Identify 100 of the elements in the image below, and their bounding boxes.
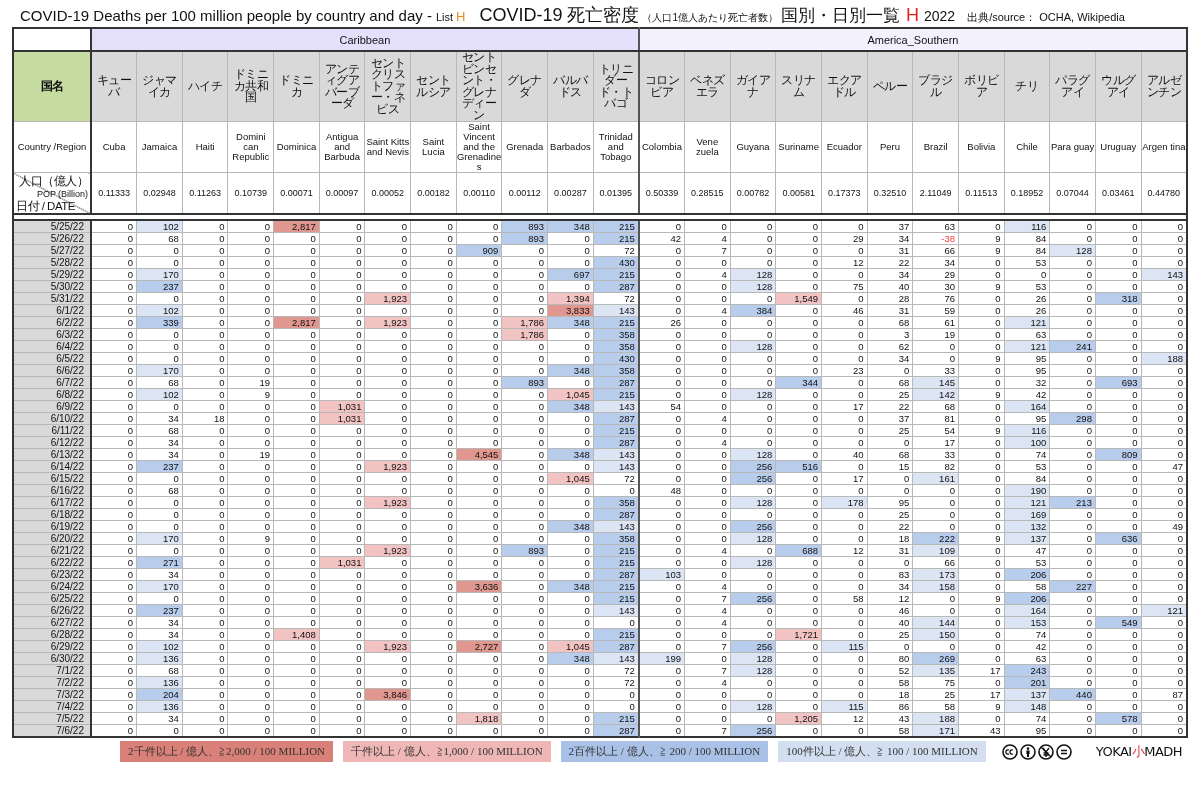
- table-cell: 34: [136, 616, 183, 629]
- table-cell: 25: [867, 424, 913, 437]
- table-cell: 0: [1049, 556, 1096, 569]
- table-cell: 0: [91, 472, 137, 485]
- table-cell: 0: [684, 520, 731, 533]
- table-cell: 0: [410, 580, 457, 593]
- table-cell: 0: [364, 604, 411, 617]
- table-cell: 0: [821, 388, 868, 401]
- table-cell: 0: [1095, 604, 1142, 617]
- table-cell: 0: [547, 496, 594, 509]
- table-cell: 0: [227, 340, 274, 353]
- table-cell: 0: [730, 568, 776, 581]
- table-cell: 31: [867, 244, 913, 257]
- table-cell: 0: [456, 268, 502, 281]
- table-cell: 68: [136, 424, 183, 437]
- table-cell: 0: [1049, 268, 1096, 281]
- table-cell: 0: [319, 304, 365, 317]
- table-cell: 0: [91, 460, 137, 473]
- table-cell: 0: [684, 400, 731, 413]
- table-cell: 0: [775, 388, 822, 401]
- table-cell: 0: [1049, 460, 1096, 473]
- table-cell: 0: [410, 664, 457, 677]
- table-cell: 23: [821, 364, 868, 377]
- equals-icon: [1055, 743, 1072, 760]
- table-cell: 4: [684, 676, 731, 689]
- table-cell: 0: [684, 448, 731, 461]
- table-cell: 9: [958, 388, 1005, 401]
- column-header: Saint Kitts and Nevis: [364, 121, 411, 173]
- table-cell: 82: [912, 460, 959, 473]
- table-cell: 0: [91, 304, 137, 317]
- table-cell: 0: [501, 568, 548, 581]
- table-cell: 68: [867, 316, 913, 329]
- table-cell: 0: [273, 388, 320, 401]
- table-cell: 0: [456, 532, 502, 545]
- row-label: 国名: [13, 51, 91, 122]
- population-cell: 0.00097: [319, 172, 365, 214]
- table-cell: 0: [638, 712, 685, 725]
- table-cell: 0: [273, 436, 320, 449]
- table-cell: 0: [456, 352, 502, 365]
- table-cell: 0: [182, 604, 228, 617]
- table-cell: 26: [1004, 292, 1050, 305]
- column-header: グレナダ: [501, 51, 548, 122]
- table-cell: 0: [410, 484, 457, 497]
- table-cell: 0: [456, 328, 502, 341]
- column-header: パラグアイ: [1049, 51, 1096, 122]
- table-cell: 0: [364, 592, 411, 605]
- table-cell: 62: [867, 340, 913, 353]
- table-cell: 0: [1049, 292, 1096, 305]
- table-cell: 0: [775, 520, 822, 533]
- table-cell: 0: [1095, 280, 1142, 293]
- table-cell: 25: [867, 388, 913, 401]
- table-cell: 34: [867, 268, 913, 281]
- table-cell: 0: [638, 424, 685, 437]
- table-cell: 74: [1004, 628, 1050, 641]
- table-cell: 0: [91, 616, 137, 629]
- table-cell: 0: [958, 340, 1005, 353]
- table-cell: 0: [730, 364, 776, 377]
- table-cell: 0: [410, 292, 457, 305]
- table-cell: 0: [273, 412, 320, 425]
- table-cell: 0: [958, 316, 1005, 329]
- table-cell: 0: [227, 628, 274, 641]
- table-cell: 52: [867, 664, 913, 677]
- table-cell: 9: [958, 280, 1005, 293]
- table-cell: 0: [1095, 412, 1142, 425]
- table-cell: 0: [501, 436, 548, 449]
- table-cell: 0: [730, 256, 776, 269]
- table-cell: 0: [364, 328, 411, 341]
- table-cell: 0: [775, 220, 822, 233]
- table-cell: 0: [364, 628, 411, 641]
- table-cell: 0: [91, 664, 137, 677]
- table-cell: 0: [547, 592, 594, 605]
- table-cell: 19: [227, 376, 274, 389]
- table-cell: 17: [958, 688, 1005, 701]
- table-cell: 68: [867, 448, 913, 461]
- table-cell: 76: [912, 292, 959, 305]
- table-cell: 0: [182, 484, 228, 497]
- table-cell: 0: [958, 520, 1005, 533]
- table-cell: 0: [182, 496, 228, 509]
- table-cell: 0: [821, 604, 868, 617]
- table-cell: 0: [730, 328, 776, 341]
- table-cell: 0: [1049, 676, 1096, 689]
- table-cell: 0: [364, 556, 411, 569]
- table-cell: 0: [227, 508, 274, 521]
- table-cell: 0: [730, 436, 776, 449]
- table-cell: 0: [1095, 304, 1142, 317]
- table-cell: 0: [775, 316, 822, 329]
- column-header: ドミニカ: [273, 51, 320, 122]
- table-cell: 0: [456, 400, 502, 413]
- table-cell: 0: [958, 568, 1005, 581]
- table-cell: 0: [227, 640, 274, 653]
- table-cell: 0: [456, 700, 502, 713]
- table-cell: 0: [1049, 400, 1096, 413]
- table-cell: 0: [821, 484, 868, 497]
- column-header: Vene zuela: [684, 121, 731, 173]
- table-cell: 40: [867, 616, 913, 629]
- table-cell: 0: [638, 472, 685, 485]
- table-cell: 0: [410, 508, 457, 521]
- table-cell: 0: [730, 316, 776, 329]
- table-cell: 0: [273, 652, 320, 665]
- table-cell: 0: [821, 460, 868, 473]
